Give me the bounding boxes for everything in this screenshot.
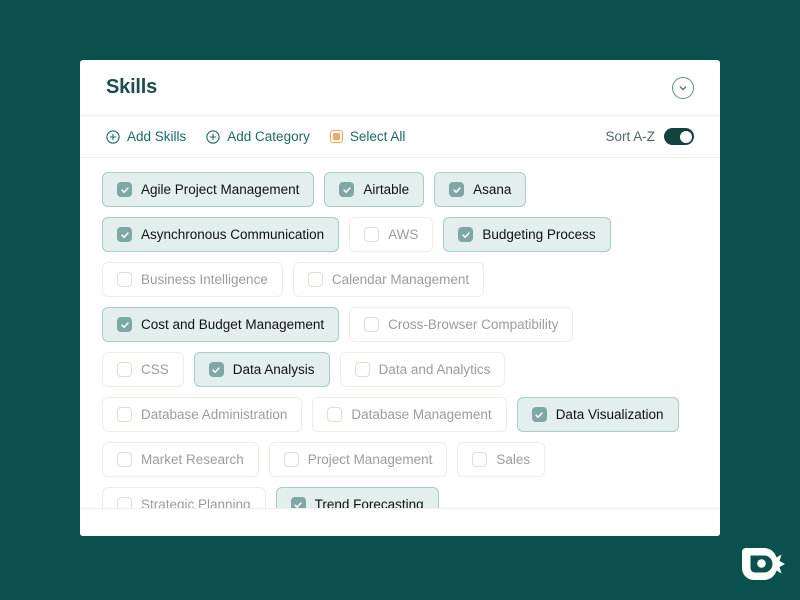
checkbox-unchecked-icon[interactable] [117,362,132,377]
plus-circle-icon [206,129,220,144]
skill-chip-row: Database Administration Database Manageme… [102,397,698,432]
checkbox-unchecked-icon[interactable] [283,452,299,467]
select-all-button[interactable]: Select All [329,129,406,144]
skill-chip-label: Database Administration [141,407,288,422]
add-skills-label: Add Skills [127,129,187,144]
checkbox-unchecked-icon[interactable] [307,272,323,287]
page-title: Skills [106,76,158,98]
skill-chip-label: Asynchronous Communication [141,227,325,242]
skill-chip[interactable]: Database Management [312,397,507,432]
skill-chip-label: Sales [496,452,531,467]
checkbox-unchecked-icon[interactable] [117,407,132,422]
skill-chip[interactable]: Cost and Budget Management [102,307,340,342]
skill-chip[interactable]: Sales [457,442,546,477]
skill-chip[interactable]: Database Administration [102,397,303,432]
skill-chip-label: Market Research [141,452,244,467]
sort-az-toggle[interactable] [664,128,694,145]
skill-chip-row: Market Research Project Management Sales [102,442,698,477]
skill-chip[interactable]: Calendar Management [292,262,485,297]
checkbox-checked-icon[interactable] [339,182,355,197]
skill-chip[interactable]: CSS [102,352,184,387]
skill-chip[interactable]: Cross-Browser Compatibility [349,307,574,342]
skill-chip-label: Calendar Management [331,272,470,287]
checkbox-unchecked-icon[interactable] [354,362,370,377]
skill-chip-row: CSS Data Analysis Data and Analytics [102,352,698,387]
skill-chip-label: Project Management [307,452,433,467]
skill-chip-label: Database Management [351,407,492,422]
skill-chip-label: Cross-Browser Compatibility [388,317,559,332]
skill-chip-label: AWS [388,227,419,242]
checkbox-checked-icon[interactable] [117,182,132,197]
checkbox-checked-icon[interactable] [117,227,132,242]
checkbox-checked-icon[interactable] [531,407,547,422]
checkbox-unchecked-icon[interactable] [117,452,132,467]
skill-chip[interactable]: Business Intelligence [102,262,283,297]
checkbox-checked-icon[interactable] [208,362,224,377]
skill-chip-label: Data and Analytics [378,362,491,377]
skill-chip[interactable]: Data Visualization [516,397,679,432]
skill-chip[interactable]: Data and Analytics [339,352,506,387]
skills-toolbar: Add Skills Add Category Select All Sort … [80,116,720,158]
checkbox-unchecked-icon[interactable] [327,407,343,422]
skill-chip-label: Cost and Budget Management [141,317,325,332]
skill-chip-label: CSS [141,362,169,377]
checkbox-checked-icon[interactable] [449,182,465,197]
skill-chip-label: Asana [473,182,512,197]
add-category-label: Add Category [227,129,310,144]
add-skills-button[interactable]: Add Skills [106,129,186,144]
checkbox-unchecked-icon[interactable] [364,227,380,242]
select-all-label: Select All [349,129,406,144]
plus-circle-icon [106,129,120,144]
brand-bird-logo-icon [734,540,786,588]
skill-chip-row: Cost and Budget Management Cross-Browser … [102,307,698,342]
skill-chip[interactable]: Asynchronous Communication [102,217,340,252]
skill-chip[interactable]: Asana [434,172,527,207]
skill-chip[interactable]: Budgeting Process [443,217,611,252]
skill-chip-label: Data Visualization [555,407,664,422]
skill-chip-label: Budgeting Process [482,227,596,242]
checkbox-unchecked-icon[interactable] [117,272,132,287]
skills-chip-grid: Agile Project Management Airtable Asana Asy… [80,158,720,522]
skill-chip-label: Airtable [363,182,410,197]
checkbox-unchecked-icon[interactable] [364,317,380,332]
checkbox-unchecked-icon[interactable] [472,452,488,467]
sort-label: Sort A-Z [605,129,655,144]
skill-chip[interactable]: Project Management [268,442,448,477]
add-category-button[interactable]: Add Category [206,129,310,144]
skill-chip[interactable]: Data Analysis [193,352,330,387]
skill-chip-row: Business Intelligence Calendar Management [102,262,698,297]
card-footer [80,508,720,536]
card-header: Skills [80,60,720,116]
skill-chip[interactable]: Market Research [102,442,259,477]
checkbox-checked-icon[interactable] [117,317,132,332]
skill-chip[interactable]: Agile Project Management [102,172,315,207]
filled-square-checkbox-icon [329,130,343,143]
checkbox-checked-icon[interactable] [458,227,474,242]
chevron-down-icon[interactable] [672,76,694,99]
skill-chip-label: Business Intelligence [141,272,268,287]
sort-control-group: Sort A-Z [605,128,694,145]
skill-chip-label: Data Analysis [232,362,315,377]
skill-chip[interactable]: Airtable [324,172,425,207]
skill-chip-row: Asynchronous Communication AWS Budgeting P… [102,217,698,252]
skill-chip-row: Agile Project Management Airtable Asana [102,172,698,207]
skills-card: Skills Add Skills Add Category Select Al… [80,60,720,536]
skill-chip[interactable]: AWS [349,217,434,252]
skill-chip-label: Agile Project Management [141,182,300,197]
